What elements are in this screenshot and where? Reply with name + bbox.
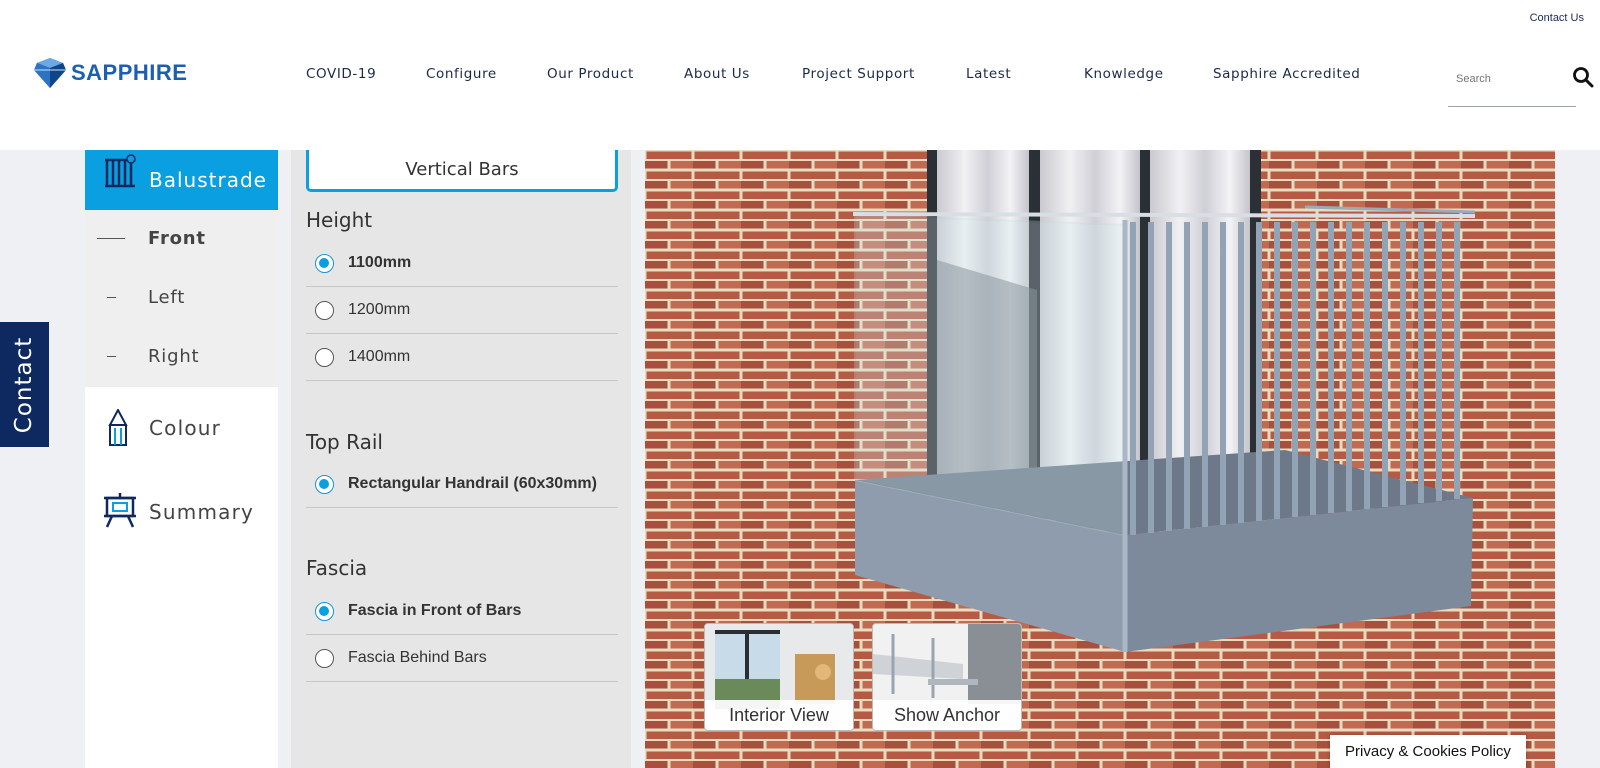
easel-icon: [104, 493, 136, 528]
menu-item-summary[interactable]: Summary: [85, 483, 278, 543]
height-option-1200[interactable]: 1200mm: [306, 287, 618, 334]
paint-brush-icon: [108, 409, 128, 446]
show-anchor-button[interactable]: Show Anchor: [872, 623, 1022, 731]
submenu-dash: [107, 355, 116, 357]
option-label: 1200mm: [348, 301, 411, 318]
balustrade-submenu: Front Left Right: [85, 210, 278, 387]
interior-view-button[interactable]: Interior View: [704, 623, 854, 731]
height-option-1100[interactable]: 1100mm: [306, 240, 618, 287]
submenu-left[interactable]: Left: [85, 277, 278, 317]
radio[interactable]: [315, 648, 334, 668]
top-rail-option-rectangular[interactable]: Rectangular Handrail (60x30mm): [306, 461, 618, 508]
submenu-front[interactable]: Front: [85, 218, 278, 258]
submenu-right-label: Right: [148, 345, 200, 367]
contact-us-link[interactable]: Contact Us: [1530, 12, 1584, 24]
menu-colour-label: Colour: [149, 416, 222, 440]
nav-latest[interactable]: Latest: [966, 66, 1011, 82]
search-icon[interactable]: [1572, 66, 1594, 88]
submenu-right[interactable]: Right: [85, 336, 278, 376]
menu-item-colour[interactable]: Colour: [85, 400, 278, 460]
nav-configure[interactable]: Configure: [426, 66, 497, 82]
menu-balustrade-label: Balustrade: [149, 168, 267, 192]
options-panel: Vertical Bars Height 1100mm 1200mm 1400m…: [291, 150, 631, 768]
nav-our-product[interactable]: Our Product: [547, 66, 634, 82]
submenu-dash: [97, 237, 125, 239]
radio-selected[interactable]: [315, 601, 334, 621]
vertical-bars-button[interactable]: Vertical Bars: [306, 150, 618, 192]
contact-tab-label: Contact: [11, 336, 38, 433]
top-rail-title: Top Rail: [306, 430, 383, 454]
radio[interactable]: [315, 347, 334, 367]
submenu-left-label: Left: [148, 286, 186, 308]
fascia-option-behind[interactable]: Fascia Behind Bars: [306, 635, 618, 682]
balcony-3d-viewer[interactable]: Interior View Show Anchor: [645, 150, 1555, 768]
option-label: 1400mm: [348, 348, 411, 365]
submenu-front-label: Front: [148, 227, 206, 249]
privacy-cookies-button[interactable]: Privacy & Cookies Policy: [1330, 735, 1526, 768]
nav-covid[interactable]: COVID-19: [306, 66, 376, 82]
submenu-dash: [107, 296, 116, 298]
nav-project-support[interactable]: Project Support: [802, 66, 915, 82]
site-header: Contact Us SAPPHIRE COVID-19 Configure O…: [0, 0, 1600, 150]
menu-item-balustrade[interactable]: Balustrade: [85, 150, 278, 210]
option-label: Fascia in Front of Bars: [348, 602, 522, 619]
option-label: Rectangular Handrail (60x30mm): [348, 475, 597, 492]
radio-selected[interactable]: [315, 253, 334, 273]
fascia-option-front[interactable]: Fascia in Front of Bars: [306, 588, 618, 635]
search-box: [1448, 62, 1576, 107]
logo-text: SAPPHIRE: [71, 60, 188, 85]
balustrade-icon: [105, 154, 136, 188]
radio[interactable]: [315, 300, 334, 320]
radio-selected[interactable]: [315, 474, 334, 494]
nav-about-us[interactable]: About Us: [684, 66, 750, 82]
option-label: 1100mm: [348, 254, 412, 271]
menu-summary-label: Summary: [149, 500, 255, 524]
height-title: Height: [306, 208, 373, 232]
fascia-title: Fascia: [306, 556, 368, 580]
option-label: Fascia Behind Bars: [348, 649, 487, 666]
config-menu: Balustrade Front Left Right Colour Summa…: [85, 150, 278, 768]
contact-side-tab[interactable]: Contact: [0, 322, 49, 447]
interior-view-label: Interior View: [705, 700, 853, 730]
logo[interactable]: SAPPHIRE: [33, 57, 187, 89]
sapphire-gem-icon: [34, 58, 66, 88]
show-anchor-label: Show Anchor: [873, 700, 1021, 730]
search-input[interactable]: [1456, 65, 1556, 93]
height-option-1400[interactable]: 1400mm: [306, 334, 618, 381]
nav-sapphire-accredited[interactable]: Sapphire Accredited: [1213, 66, 1360, 82]
nav-knowledge[interactable]: Knowledge: [1084, 66, 1164, 82]
